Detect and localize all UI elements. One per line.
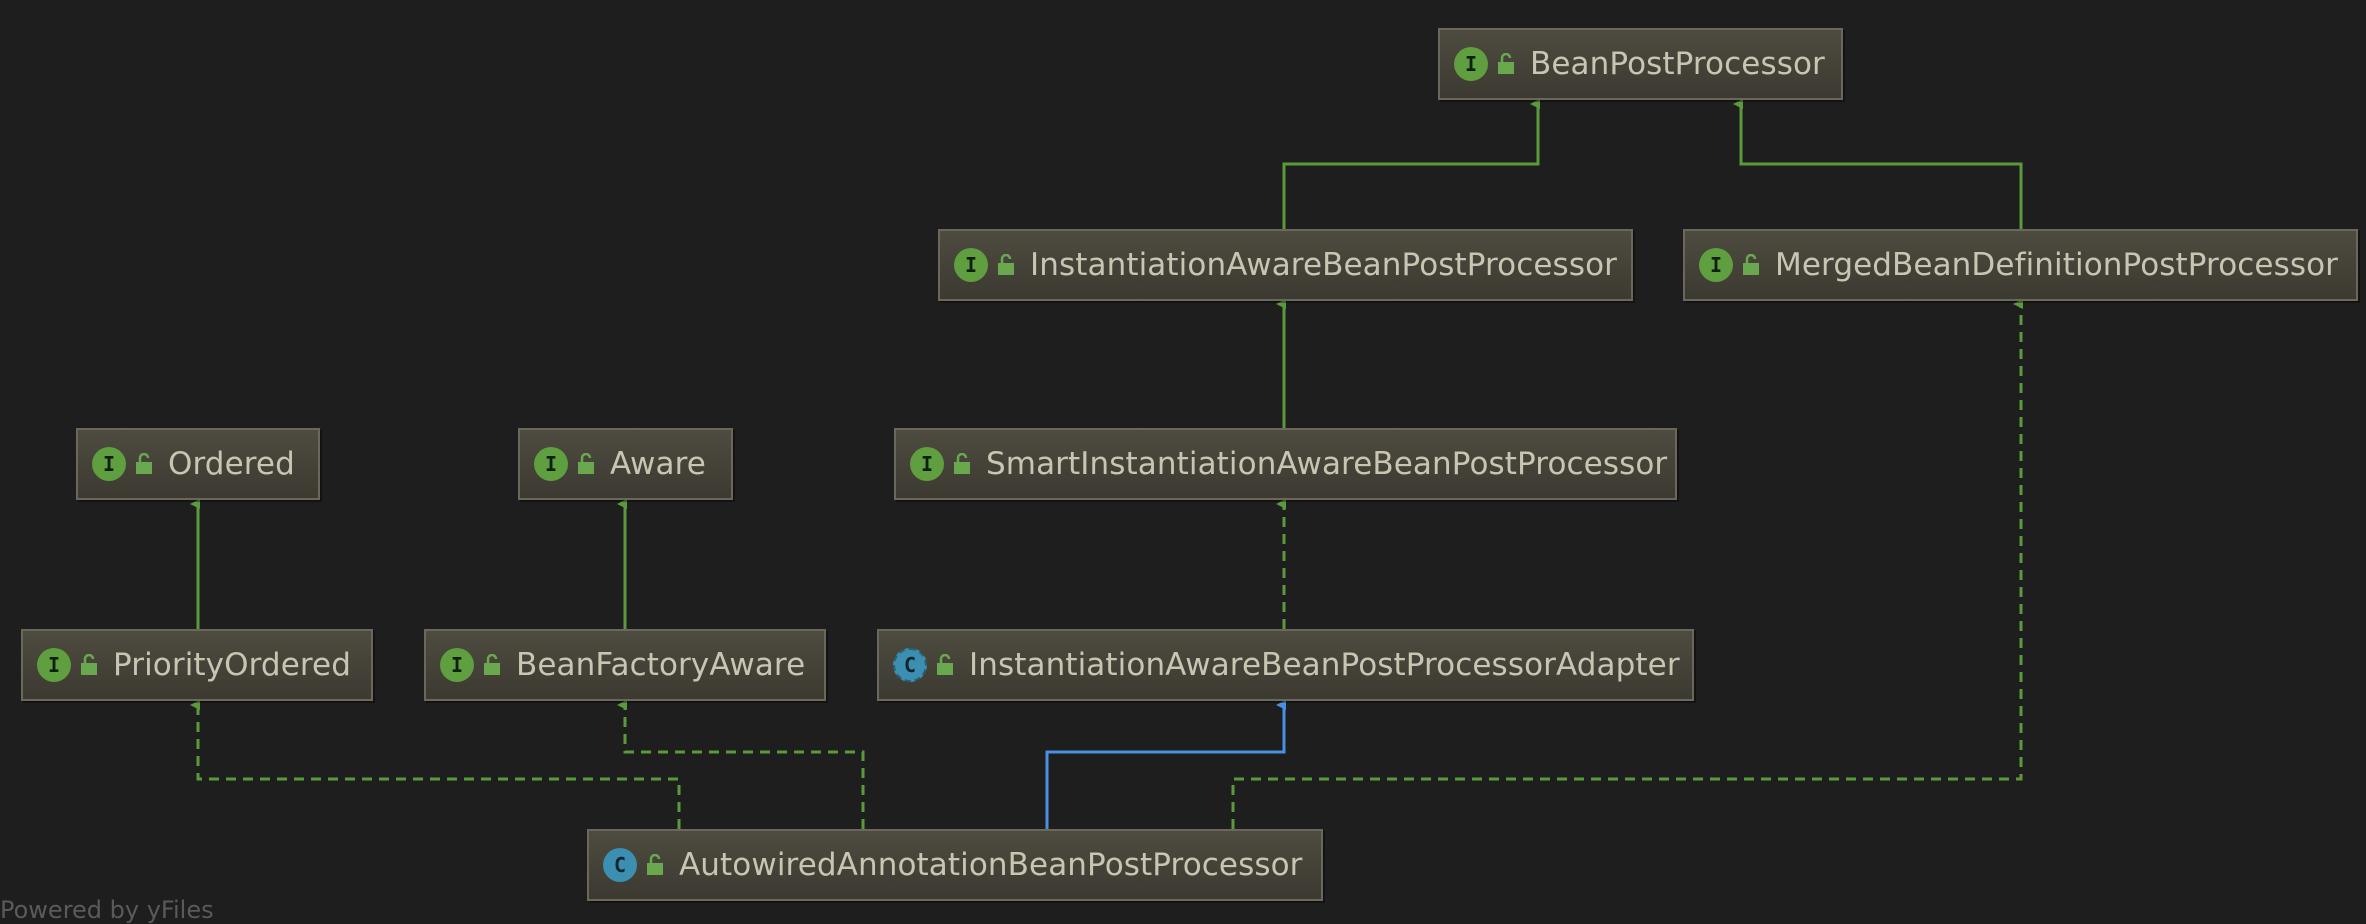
abstract-class-icon: C xyxy=(893,648,927,682)
node-label: Aware xyxy=(610,446,706,482)
node-label: PriorityOrdered xyxy=(113,647,351,683)
edge-aabpp-to-mbdpp xyxy=(1231,299,2023,829)
interface-icon: I xyxy=(440,648,474,682)
node-merged-bean-definition-post-processor[interactable]: I MergedBeanDefinitionPostProcessor xyxy=(1683,229,2358,301)
edge-aabpp-to-priorityordered xyxy=(190,700,681,829)
node-bean-factory-aware[interactable]: I BeanFactoryAware xyxy=(424,629,826,701)
node-label: BeanFactoryAware xyxy=(516,647,806,683)
node-aware[interactable]: I Aware xyxy=(518,428,733,500)
lock-icon xyxy=(998,254,1014,275)
lock-icon xyxy=(578,453,594,474)
edge-iabpp-to-bpp xyxy=(1282,99,1540,229)
node-bean-post-processor[interactable]: I BeanPostProcessor xyxy=(1438,28,1843,100)
node-label: BeanPostProcessor xyxy=(1530,46,1825,82)
node-autowired-annotation-bean-post-processor[interactable]: C AutowiredAnnotationBeanPostProcessor xyxy=(587,829,1323,901)
node-ordered[interactable]: I Ordered xyxy=(76,428,320,500)
interface-icon: I xyxy=(1699,248,1733,282)
interface-icon: I xyxy=(534,447,568,481)
edge-aabpp-to-iabppadapter xyxy=(1045,700,1286,829)
lock-icon xyxy=(1743,254,1759,275)
node-instantiation-aware-bean-post-processor-adapter[interactable]: C InstantiationAwareBeanPostProcessorAda… xyxy=(877,629,1694,701)
node-label: InstantiationAwareBeanPostProcessorAdapt… xyxy=(969,647,1680,683)
node-instantiation-aware-bean-post-processor[interactable]: I InstantiationAwareBeanPostProcessor xyxy=(938,229,1633,301)
lock-icon xyxy=(954,453,970,474)
node-priority-ordered[interactable]: I PriorityOrdered xyxy=(21,629,373,701)
node-label: MergedBeanDefinitionPostProcessor xyxy=(1775,247,2339,283)
node-label: SmartInstantiationAwareBeanPostProcessor xyxy=(986,446,1668,482)
interface-icon: I xyxy=(910,447,944,481)
edge-aabpp-to-bfaware xyxy=(617,700,865,829)
class-icon: C xyxy=(603,848,637,882)
interface-icon: I xyxy=(92,447,126,481)
edge-mbdpp-to-bpp xyxy=(1733,99,2023,229)
lock-icon xyxy=(937,654,953,675)
interface-icon: I xyxy=(954,248,988,282)
node-label: Ordered xyxy=(168,446,295,482)
lock-icon xyxy=(1498,53,1514,74)
lock-icon xyxy=(136,453,152,474)
interface-icon: I xyxy=(37,648,71,682)
node-label: AutowiredAnnotationBeanPostProcessor xyxy=(679,847,1303,883)
lock-icon xyxy=(647,854,663,875)
lock-icon xyxy=(81,654,97,675)
interface-icon: I xyxy=(1454,47,1488,81)
node-label: InstantiationAwareBeanPostProcessor xyxy=(1030,247,1617,283)
lock-icon xyxy=(484,654,500,675)
node-smart-instantiation-aware-bean-post-processor[interactable]: I SmartInstantiationAwareBeanPostProcess… xyxy=(894,428,1677,500)
